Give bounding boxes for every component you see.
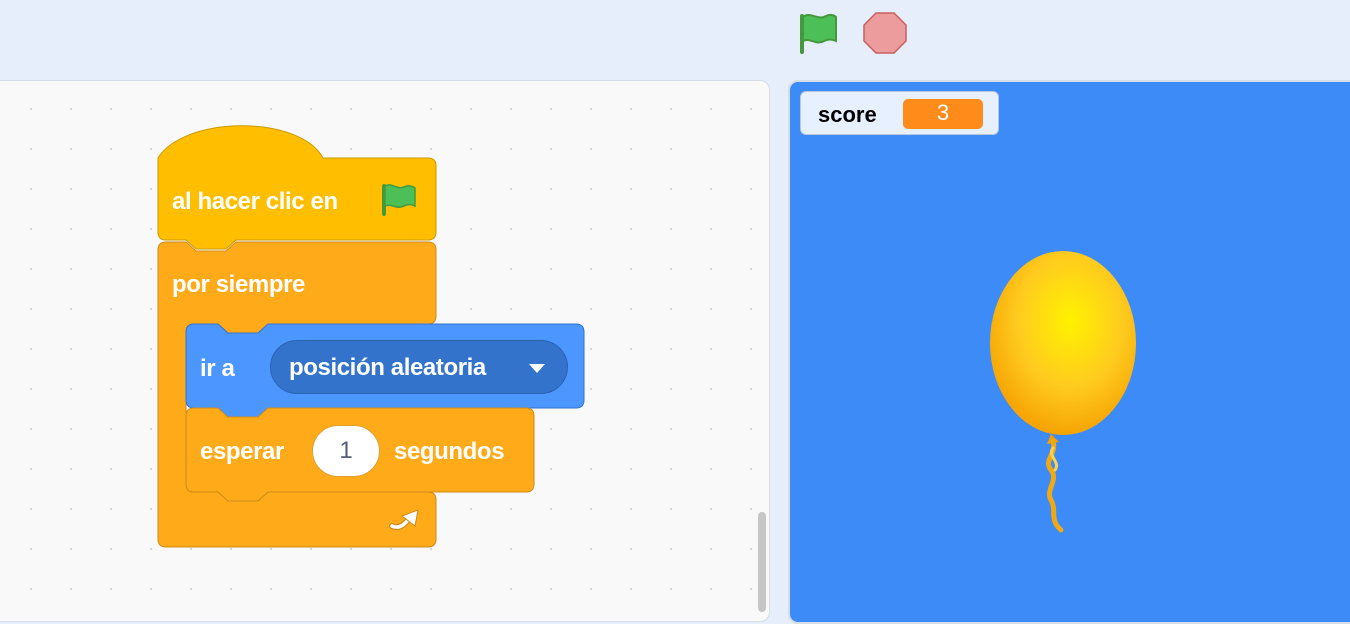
goto-block-label: ir a	[200, 355, 235, 382]
balloon-sprite[interactable]	[985, 248, 1145, 533]
goto-target-value: posición aleatoria	[289, 354, 486, 381]
stop-sign-icon	[863, 12, 907, 54]
dropdown-caret-icon	[529, 364, 545, 373]
score-variable-monitor[interactable]: score 3	[800, 91, 999, 135]
stop-button[interactable]	[860, 8, 910, 58]
workspace-scrollbar[interactable]	[758, 512, 766, 612]
hat-block-label: al hacer clic en	[172, 188, 338, 215]
forever-block-label: por siempre	[172, 271, 305, 298]
goto-target-dropdown[interactable]: posición aleatoria	[270, 340, 568, 394]
monitor-name: score	[818, 102, 877, 127]
wait-unit-label: segundos	[394, 438, 505, 465]
green-flag-button[interactable]	[790, 8, 844, 58]
wait-seconds-input[interactable]: 1	[312, 425, 380, 477]
wait-block-label: esperar	[200, 438, 284, 465]
monitor-value: 3	[903, 99, 983, 129]
script-stack[interactable]: al hacer clic en por siempre ir a posici…	[0, 0, 700, 600]
green-flag-icon	[800, 13, 837, 54]
